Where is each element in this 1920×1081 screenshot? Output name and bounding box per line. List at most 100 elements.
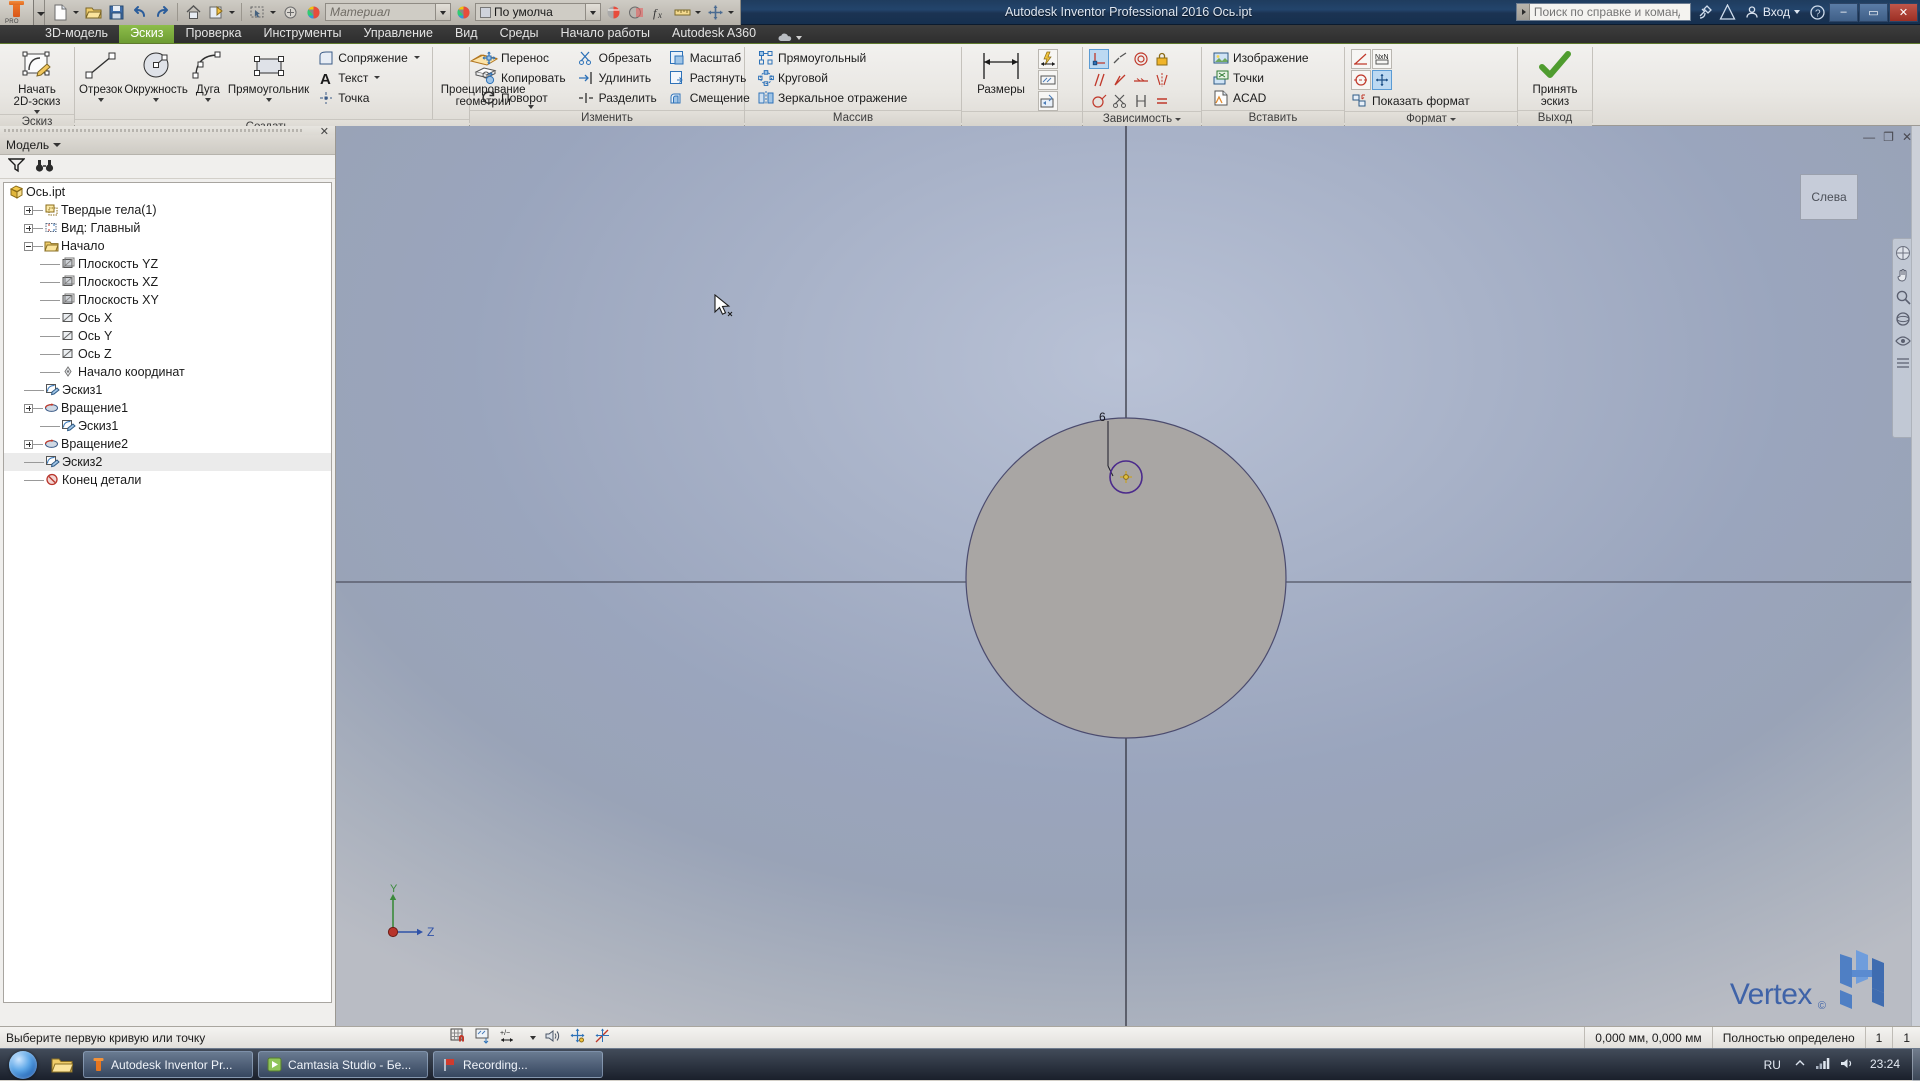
network-icon[interactable] <box>1815 1057 1831 1073</box>
tab-autodesk-a360[interactable]: Autodesk A360 <box>661 25 767 43</box>
scale-button[interactable]: Масштаб <box>667 48 754 67</box>
tolerance-icon[interactable]: +/− <box>500 1028 522 1047</box>
appearance-selector[interactable]: По умолча <box>475 3 601 21</box>
viewport-minimize-icon[interactable]: — <box>1863 130 1875 144</box>
material-dropdown-icon[interactable] <box>435 4 450 20</box>
new-file-dropdown-icon[interactable] <box>72 1 81 23</box>
redo-icon[interactable] <box>151 1 173 23</box>
smooth-constraint-icon[interactable] <box>1089 91 1109 111</box>
sign-in-button[interactable]: Вход <box>1739 5 1806 19</box>
rectangular-pattern-button[interactable]: Прямоугольный <box>755 48 911 67</box>
viewport-restore-icon[interactable]: ❐ <box>1883 130 1894 144</box>
taskbar-clock[interactable]: 23:24 <box>1864 1058 1906 1071</box>
appearance-globe-icon[interactable] <box>302 1 324 23</box>
qat-overflow-icon[interactable] <box>727 1 736 23</box>
coincident-constraint-icon[interactable] <box>1089 49 1109 69</box>
navigation-options-icon[interactable] <box>1895 355 1911 371</box>
binoculars-icon[interactable] <box>35 158 54 176</box>
tree-node[interactable]: Плоскость XZ <box>4 273 331 291</box>
tree-node[interactable]: Ось.ipt <box>4 183 331 201</box>
tree-node[interactable]: Эскиз1 <box>4 381 331 399</box>
zoom-magnifier-icon[interactable] <box>1895 289 1911 305</box>
measure-dropdown-icon[interactable] <box>694 1 703 23</box>
autodesk-a360-icon[interactable] <box>1717 2 1739 22</box>
quick-launch-explorer[interactable] <box>46 1050 78 1080</box>
move-button[interactable]: Перенос <box>478 48 570 67</box>
adjust-appearance-icon[interactable] <box>602 1 624 23</box>
browser-close-icon[interactable]: ✕ <box>320 125 329 138</box>
panel-format-caret-icon[interactable] <box>1449 118 1456 121</box>
tree-node[interactable]: Начало <box>4 237 331 255</box>
browser-drag-handle[interactable]: ✕ <box>0 125 335 138</box>
fillet-dropdown-icon[interactable] <box>413 56 420 59</box>
arc-button[interactable]: Дуга <box>190 47 226 102</box>
constraint-settings-icon[interactable] <box>1038 91 1058 111</box>
view-cube[interactable]: Слева <box>1800 174 1858 220</box>
degrees-of-freedom-icon[interactable] <box>569 1028 586 1047</box>
tree-node[interactable]: Эскиз1 <box>4 417 331 435</box>
perpendicular-constraint-icon[interactable] <box>1110 70 1130 90</box>
tab-environments[interactable]: Среды <box>489 25 550 43</box>
construction-line-icon[interactable] <box>1351 49 1371 69</box>
update-icon[interactable] <box>205 1 227 23</box>
extend-button[interactable]: Удлинить <box>576 68 661 87</box>
dimension-button[interactable]: Размеры <box>970 47 1032 96</box>
line-button[interactable]: Отрезок <box>79 47 122 102</box>
tree-node[interactable]: Вращение2 <box>4 435 331 453</box>
minimize-button[interactable]: – <box>1829 2 1858 22</box>
equal-constraint-icon[interactable] <box>1152 91 1172 111</box>
tree-node[interactable]: Ось Y <box>4 327 331 345</box>
pan-hand-icon[interactable] <box>1895 267 1911 283</box>
constraint-display-icon[interactable] <box>594 1028 611 1047</box>
tab-get-started[interactable]: Начало работы <box>550 25 661 43</box>
tree-node[interactable]: Вращение1 <box>4 399 331 417</box>
expand-icon[interactable] <box>24 439 33 449</box>
tab-3d-model[interactable]: 3D-модель <box>34 25 119 43</box>
tab-view[interactable]: Вид <box>444 25 489 43</box>
inventor-app-logo[interactable]: PRO <box>0 0 34 25</box>
save-icon[interactable] <box>105 1 127 23</box>
look-at-icon[interactable] <box>1895 333 1911 349</box>
browser-dropdown-icon[interactable] <box>53 142 62 147</box>
full-navigation-wheel-icon[interactable] <box>1895 245 1911 261</box>
new-file-icon[interactable] <box>49 1 71 23</box>
orbit-icon[interactable] <box>1895 311 1911 327</box>
start-button[interactable] <box>0 1050 46 1080</box>
tab-inspect[interactable]: Проверка <box>174 25 252 43</box>
tree-node[interactable]: Вид: Главный <box>4 219 331 237</box>
stretch-button[interactable]: Растянуть <box>667 68 754 87</box>
circle-button[interactable]: Окружность <box>124 47 188 102</box>
expand-icon[interactable] <box>24 223 33 233</box>
tree-node[interactable]: Плоскость YZ <box>4 255 331 273</box>
trim-constraint-icon[interactable] <box>1110 91 1130 111</box>
auto-dimension-icon[interactable] <box>1038 49 1058 69</box>
insert-acad-button[interactable]: ACAD <box>1210 88 1313 107</box>
graphics-viewport[interactable]: 6 — ❐ ✕ Слева Y Z Vertex © <box>336 126 1920 1026</box>
collinear-constraint-icon[interactable] <box>1110 49 1130 69</box>
show-desktop-button[interactable] <box>1912 1048 1920 1081</box>
show-constraints-icon[interactable] <box>1038 70 1058 90</box>
mirror-button[interactable]: Зеркальное отражение <box>755 88 911 107</box>
application-menu-caret-icon[interactable] <box>34 0 45 25</box>
browser-header[interactable]: Модель <box>0 135 335 155</box>
material-selector[interactable]: Материал <box>325 3 451 21</box>
rotate-button[interactable]: Поворот <box>478 88 570 107</box>
taskbar-item-inventor[interactable]: Autodesk Inventor Pr... <box>83 1051 253 1078</box>
finish-sketch-button[interactable]: Принять эскиз <box>1524 47 1586 108</box>
dimension-value-label[interactable]: 6 <box>1099 410 1106 424</box>
center-point-icon[interactable] <box>1372 70 1392 90</box>
return-icon[interactable] <box>279 1 301 23</box>
text-button[interactable]: A Текст <box>315 68 424 87</box>
help-question-icon[interactable]: ? <box>1806 2 1828 22</box>
parallel-constraint-icon[interactable] <box>1089 70 1109 90</box>
a360-cloud-status[interactable] <box>767 32 812 43</box>
grid-snap-icon[interactable] <box>450 1028 467 1047</box>
volume-icon[interactable] <box>1840 1057 1855 1073</box>
undo-icon[interactable] <box>128 1 150 23</box>
tray-expand-icon[interactable] <box>1794 1058 1806 1072</box>
expand-icon[interactable] <box>24 205 33 215</box>
filter-icon[interactable] <box>7 157 26 176</box>
appearance-dropdown-icon[interactable] <box>585 4 600 20</box>
tab-sketch[interactable]: Эскиз <box>119 25 175 43</box>
input-language-indicator[interactable]: RU <box>1760 1058 1785 1072</box>
